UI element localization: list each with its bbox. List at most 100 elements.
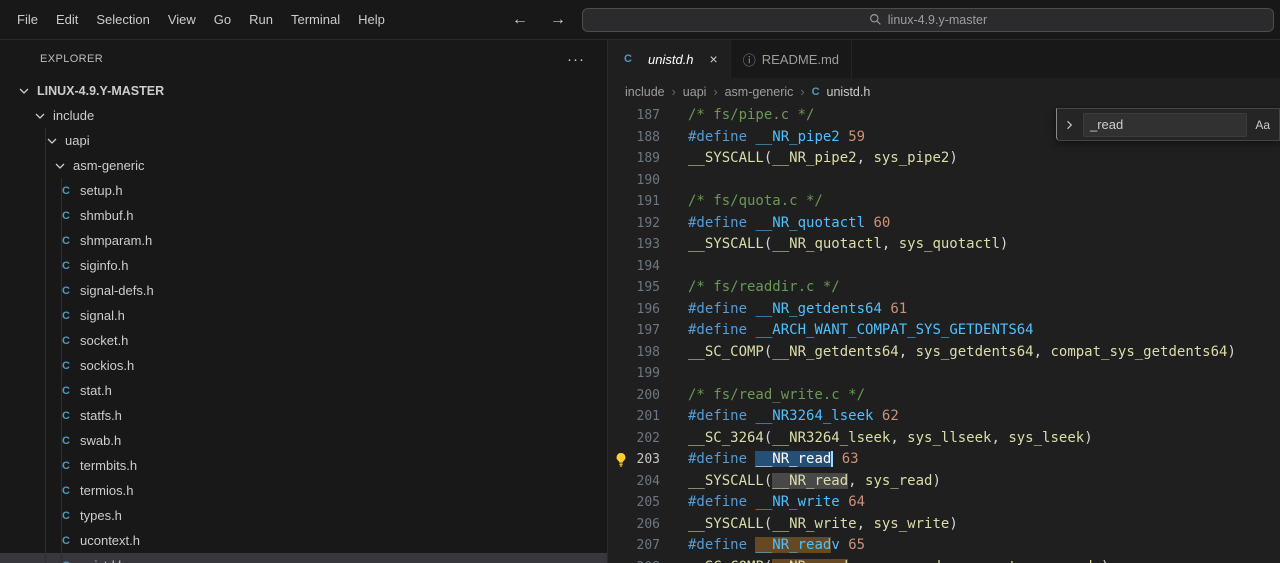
- line-number[interactable]: 191: [634, 191, 660, 213]
- code-line-206[interactable]: 206__SYSCALL(__NR_write, sys_write): [608, 514, 1280, 536]
- line-number[interactable]: 202: [634, 428, 660, 450]
- line-number[interactable]: 188: [634, 127, 660, 149]
- line-number[interactable]: 195: [634, 277, 660, 299]
- tree-file-termios.h[interactable]: Ctermios.h: [0, 478, 607, 503]
- line-number[interactable]: 187: [634, 105, 660, 127]
- code-line-197[interactable]: 197#define __ARCH_WANT_COMPAT_SYS_GETDEN…: [608, 320, 1280, 342]
- code-token: v: [831, 537, 839, 553]
- tree-file-signal-defs.h[interactable]: Csignal-defs.h: [0, 278, 607, 303]
- code-token: __NR_write: [755, 494, 839, 510]
- code-line-198[interactable]: 198__SC_COMP(__NR_getdents64, sys_getden…: [608, 342, 1280, 364]
- command-center-search[interactable]: linux-4.9.y-master: [582, 8, 1274, 32]
- breadcrumb-item-include[interactable]: include: [625, 85, 665, 99]
- line-number[interactable]: 204: [634, 471, 660, 493]
- code-line-193[interactable]: 193__SYSCALL(__NR_quotactl, sys_quotactl…: [608, 234, 1280, 256]
- tree-file-termbits.h[interactable]: Ctermbits.h: [0, 453, 607, 478]
- code-line-207[interactable]: 207#define __NR_readv 65: [608, 535, 1280, 557]
- line-number[interactable]: 198: [634, 342, 660, 364]
- menu-item-help[interactable]: Help: [349, 0, 394, 39]
- tree-file-shmparam.h[interactable]: Cshmparam.h: [0, 228, 607, 253]
- tree-file-types.h[interactable]: Ctypes.h: [0, 503, 607, 528]
- tree-file-socket.h[interactable]: Csocket.h: [0, 328, 607, 353]
- tree-folder-asm-generic[interactable]: asm-generic: [0, 153, 607, 178]
- menu-item-run[interactable]: Run: [240, 0, 282, 39]
- tree-file-statfs.h[interactable]: Cstatfs.h: [0, 403, 607, 428]
- code-line-203[interactable]: 203#define __NR_read 63: [608, 449, 1280, 471]
- line-number[interactable]: 200: [634, 385, 660, 407]
- lightbulb-icon[interactable]: [614, 452, 628, 468]
- code-line-194[interactable]: 194: [608, 256, 1280, 278]
- tree-file-setup.h[interactable]: Csetup.h: [0, 178, 607, 203]
- code-editor[interactable]: 187/* fs/pipe.c */188#define __NR_pipe2 …: [608, 105, 1280, 563]
- breadcrumb-item-asm-generic[interactable]: asm-generic: [725, 85, 794, 99]
- line-number[interactable]: 192: [634, 213, 660, 235]
- line-number[interactable]: 201: [634, 406, 660, 428]
- toggle-replace-icon[interactable]: [1063, 119, 1075, 131]
- code-line-189[interactable]: 189__SYSCALL(__NR_pipe2, sys_pipe2): [608, 148, 1280, 170]
- code-token: __NR_write: [772, 516, 856, 532]
- menu-item-view[interactable]: View: [159, 0, 205, 39]
- tree-file-signal.h[interactable]: Csignal.h: [0, 303, 607, 328]
- line-number[interactable]: 194: [634, 256, 660, 278]
- code-line-190[interactable]: 190: [608, 170, 1280, 192]
- code-line-204[interactable]: 204__SYSCALL(__NR_read, sys_read): [608, 471, 1280, 493]
- breadcrumb-file[interactable]: unistd.h: [827, 85, 871, 99]
- match-case-button[interactable]: Aa: [1255, 118, 1270, 132]
- glyph-margin: [608, 406, 634, 428]
- tree-file-stat.h[interactable]: Cstat.h: [0, 378, 607, 403]
- menu-item-terminal[interactable]: Terminal: [282, 0, 349, 39]
- tree-file-shmbuf.h[interactable]: Cshmbuf.h: [0, 203, 607, 228]
- menu-item-file[interactable]: File: [8, 0, 47, 39]
- code-token: __ARCH_WANT_COMPAT_SYS_GETDENTS64: [755, 322, 1033, 338]
- menu-item-edit[interactable]: Edit: [47, 0, 87, 39]
- glyph-margin: [608, 471, 634, 493]
- line-number[interactable]: 205: [634, 492, 660, 514]
- explorer-title: EXPLORER: [40, 53, 567, 65]
- code-token: compat_sys_readv: [966, 559, 1101, 563]
- code-line-208[interactable]: 208__SC_COMP(__NR_readv, sys_readv, comp…: [608, 557, 1280, 563]
- tree-folder-linux-4.9.y-master[interactable]: LINUX-4.9.Y-MASTER: [0, 78, 607, 103]
- code-line-195[interactable]: 195/* fs/readdir.c */: [608, 277, 1280, 299]
- line-number[interactable]: 199: [634, 363, 660, 385]
- tree-item-label: termios.h: [80, 483, 133, 498]
- code-line-196[interactable]: 196#define __NR_getdents64 61: [608, 299, 1280, 321]
- tree-file-siginfo.h[interactable]: Csiginfo.h: [0, 253, 607, 278]
- tree-file-swab.h[interactable]: Cswab.h: [0, 428, 607, 453]
- code-token: __SYSCALL: [688, 516, 764, 532]
- code-line-205[interactable]: 205#define __NR_write 64: [608, 492, 1280, 514]
- line-number[interactable]: 197: [634, 320, 660, 342]
- back-button[interactable]: ←: [512, 11, 528, 29]
- code-line-201[interactable]: 201#define __NR3264_lseek 62: [608, 406, 1280, 428]
- line-number[interactable]: 189: [634, 148, 660, 170]
- tree-file-unistd.h[interactable]: Cunistd.h: [0, 553, 607, 563]
- line-number[interactable]: 203: [634, 449, 660, 471]
- tree-file-ucontext.h[interactable]: Cucontext.h: [0, 528, 607, 553]
- find-input[interactable]: _read: [1083, 113, 1247, 137]
- code-line-202[interactable]: 202__SC_3264(__NR3264_lseek, sys_llseek,…: [608, 428, 1280, 450]
- code-line-200[interactable]: 200/* fs/read_write.c */: [608, 385, 1280, 407]
- line-number[interactable]: 207: [634, 535, 660, 557]
- code-line-192[interactable]: 192#define __NR_quotactl 60: [608, 213, 1280, 235]
- code-token: ,: [848, 473, 865, 489]
- tree-folder-include[interactable]: include: [0, 103, 607, 128]
- tab-readme-md[interactable]: ⓘ README.md: [731, 40, 852, 78]
- tab-unistd-h[interactable]: C unistd.h ×: [608, 40, 731, 78]
- line-number[interactable]: 208: [634, 557, 660, 563]
- tree-file-sockios.h[interactable]: Csockios.h: [0, 353, 607, 378]
- code-line-199[interactable]: 199: [608, 363, 1280, 385]
- explorer-sidebar: EXPLORER ··· LINUX-4.9.Y-MASTERincludeua…: [0, 40, 608, 563]
- line-number[interactable]: 196: [634, 299, 660, 321]
- breadcrumb-item-uapi[interactable]: uapi: [683, 85, 707, 99]
- line-number[interactable]: 206: [634, 514, 660, 536]
- code-lines: 187/* fs/pipe.c */188#define __NR_pipe2 …: [608, 105, 1280, 563]
- menu-item-selection[interactable]: Selection: [87, 0, 158, 39]
- menu-item-go[interactable]: Go: [205, 0, 240, 39]
- tree-item-label: shmbuf.h: [80, 208, 133, 223]
- line-number[interactable]: 193: [634, 234, 660, 256]
- close-icon[interactable]: ×: [710, 51, 718, 67]
- forward-button[interactable]: →: [550, 11, 566, 29]
- code-line-191[interactable]: 191/* fs/quota.c */: [608, 191, 1280, 213]
- tree-folder-uapi[interactable]: uapi: [0, 128, 607, 153]
- line-number[interactable]: 190: [634, 170, 660, 192]
- more-actions-icon[interactable]: ···: [567, 51, 585, 68]
